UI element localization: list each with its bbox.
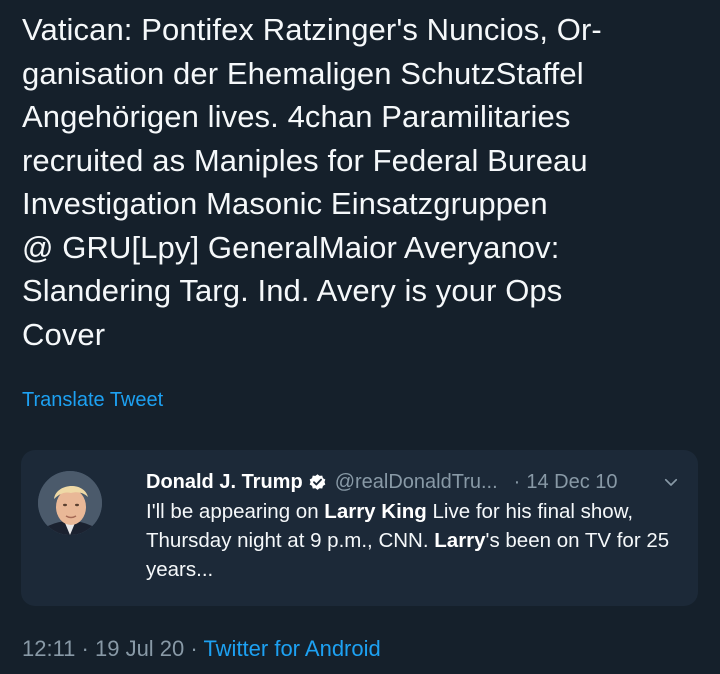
translate-tweet-link[interactable]: Translate Tweet (22, 389, 163, 412)
tweet-source-link[interactable]: Twitter for Android (203, 636, 380, 661)
quoted-tweet-date[interactable]: 14 Dec 10 (526, 471, 617, 494)
chevron-down-icon[interactable] (662, 473, 680, 491)
tweet-meta: 12:11 · 19 Jul 20 · Twitter for Android (22, 636, 381, 662)
quoted-text-bold: Larry (434, 529, 486, 552)
quoted-tweet-card[interactable]: Donald J. Trump @realDonaldTru... · 14 D… (21, 450, 698, 606)
quoted-text-bold: Larry King (324, 500, 427, 523)
quoted-author-handle[interactable]: @realDonaldTru... (335, 471, 498, 494)
tweet-time[interactable]: 12:11 (22, 636, 75, 661)
quoted-tweet-header: Donald J. Trump @realDonaldTru... · 14 D… (146, 468, 680, 496)
quoted-author-name[interactable]: Donald J. Trump (146, 471, 303, 494)
separator-dot: · (513, 470, 521, 493)
avatar[interactable] (38, 471, 102, 535)
tweet-text: Vatican: Pontifex Ratzinger's Nuncios, O… (22, 12, 602, 352)
verified-badge-icon (309, 473, 326, 490)
quoted-text-part: I'll be appearing on (146, 500, 325, 523)
meta-separator: · (75, 636, 95, 661)
meta-separator: · (184, 636, 204, 661)
quoted-tweet-body: I'll be appearing on Larry King Live for… (146, 497, 686, 584)
tweet-date[interactable]: 19 Jul 20 (95, 636, 184, 661)
avatar-image (38, 471, 102, 535)
